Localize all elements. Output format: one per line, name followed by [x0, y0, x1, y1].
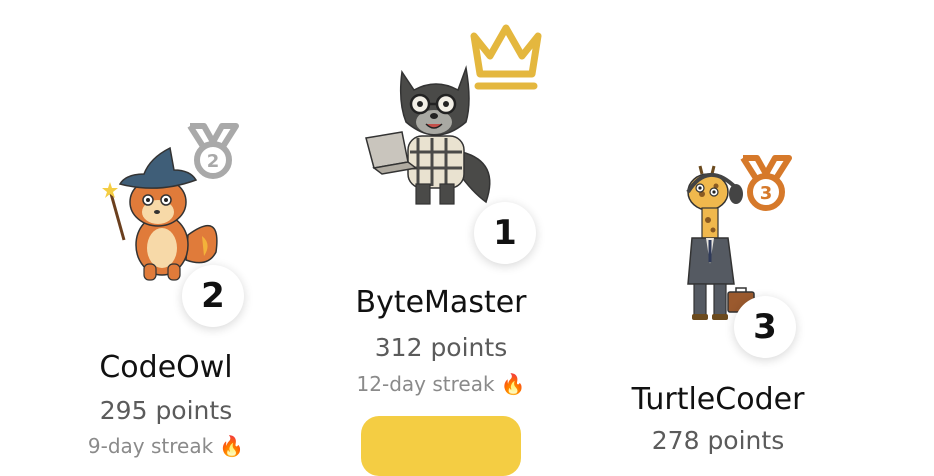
- streak-text: 12-day streak: [356, 372, 495, 396]
- svg-text:2: 2: [207, 151, 220, 172]
- svg-text:3: 3: [760, 183, 773, 204]
- fire-icon: 🔥: [500, 372, 526, 396]
- player-name: CodeOwl: [99, 350, 233, 385]
- rank-badge-1: 1: [474, 202, 536, 264]
- player-streak: 12-day streak 🔥: [357, 372, 526, 396]
- player-points: 295 points: [99, 396, 233, 425]
- player-points: 312 points: [374, 333, 508, 362]
- player-name: ByteMaster: [355, 285, 527, 320]
- podium-second: 2 2 CodeOwl 295 points 9-day streak 🔥: [0, 0, 934, 458]
- wolf-coder-avatar: [365, 65, 491, 205]
- bronze-medal-icon: 3: [740, 155, 792, 211]
- giraffe-business-avatar: [686, 165, 755, 320]
- fox-wizard-avatar: [102, 146, 218, 281]
- crown-icon: [470, 24, 542, 90]
- primary-action-button[interactable]: [361, 416, 521, 476]
- player-streak: 9-day streak 🔥: [88, 434, 244, 458]
- player-points: 278 points: [651, 426, 785, 455]
- rank-badge-3: 3: [734, 296, 796, 358]
- podium-first: 1 ByteMaster 312 points 12-day streak 🔥: [0, 0, 934, 454]
- podium-third: 3 3 TurtleCoder 278 points: [0, 0, 934, 455]
- streak-text: 9-day streak: [87, 434, 214, 458]
- rank-badge-2: 2: [182, 265, 244, 327]
- silver-medal-icon: 2: [187, 123, 239, 179]
- fire-icon: 🔥: [219, 434, 245, 458]
- player-name: TurtleCoder: [631, 382, 805, 417]
